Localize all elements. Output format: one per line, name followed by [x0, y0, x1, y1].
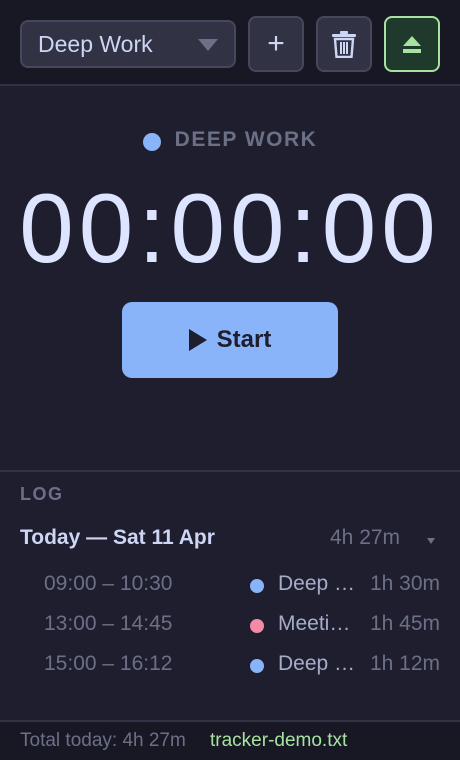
start-button-label: Start — [216, 326, 272, 353]
log-entry-color-dot — [250, 579, 264, 593]
log-entry-range: 09:00 – 10:30 — [44, 572, 173, 595]
delete-project-button[interactable] — [316, 16, 372, 72]
log-entry-color-dot — [250, 659, 264, 673]
log-entry-name: Deep Work — [278, 572, 356, 595]
status-bar: Total today: 4h 27m tracker-demo.txt — [0, 720, 460, 760]
log-title: LOG — [20, 484, 64, 504]
log-entry[interactable]: 09:00 – 10:30 Deep Work 1h 30m — [44, 570, 440, 598]
log-entry-range: 15:00 – 16:12 — [44, 652, 173, 675]
toolbar: Deep Work + — [0, 0, 460, 86]
plus-icon: + — [267, 27, 285, 60]
log-entry[interactable]: 13:00 – 14:45 Meetings 1h 45m — [44, 610, 440, 638]
current-project-name: DEEP WORK — [174, 128, 318, 151]
footer-filename[interactable]: tracker-demo.txt — [210, 730, 347, 752]
log-entry-name: Deep Work — [278, 652, 356, 675]
caret-down-icon[interactable] — [427, 538, 435, 544]
project-select[interactable]: Deep Work — [20, 20, 236, 68]
log-entry-duration: 1h 45m — [369, 612, 440, 635]
log-entry-color-dot — [250, 619, 264, 633]
log-day-header[interactable]: Today — Sat 11 Apr 4h 27m — [20, 524, 440, 554]
play-icon — [188, 329, 207, 351]
divider — [0, 470, 460, 472]
current-project-label: DEEP WORK — [0, 128, 460, 152]
add-project-button[interactable]: + — [248, 16, 304, 72]
eject-icon — [403, 36, 421, 53]
log-entry-name: Meetings — [278, 612, 356, 635]
project-color-dot — [142, 132, 161, 151]
log-day-total: 4h 27m — [330, 526, 401, 549]
chevron-down-icon — [198, 39, 218, 51]
start-button[interactable]: Start — [122, 302, 338, 378]
timer-display: 00:00:00 — [19, 173, 441, 283]
eject-button[interactable] — [384, 16, 440, 72]
trash-icon — [332, 31, 356, 58]
log-entry-duration: 1h 12m — [369, 652, 440, 675]
log-entry[interactable]: 15:00 – 16:12 Deep Work 1h 12m — [44, 650, 440, 678]
log-entry-duration: 1h 30m — [369, 572, 440, 595]
log-day-label: Today — Sat 11 Apr — [20, 526, 215, 549]
log-entry-range: 13:00 – 14:45 — [44, 612, 173, 635]
project-select-value: Deep Work — [38, 30, 153, 57]
footer-total: Total today: 4h 27m — [20, 730, 186, 751]
